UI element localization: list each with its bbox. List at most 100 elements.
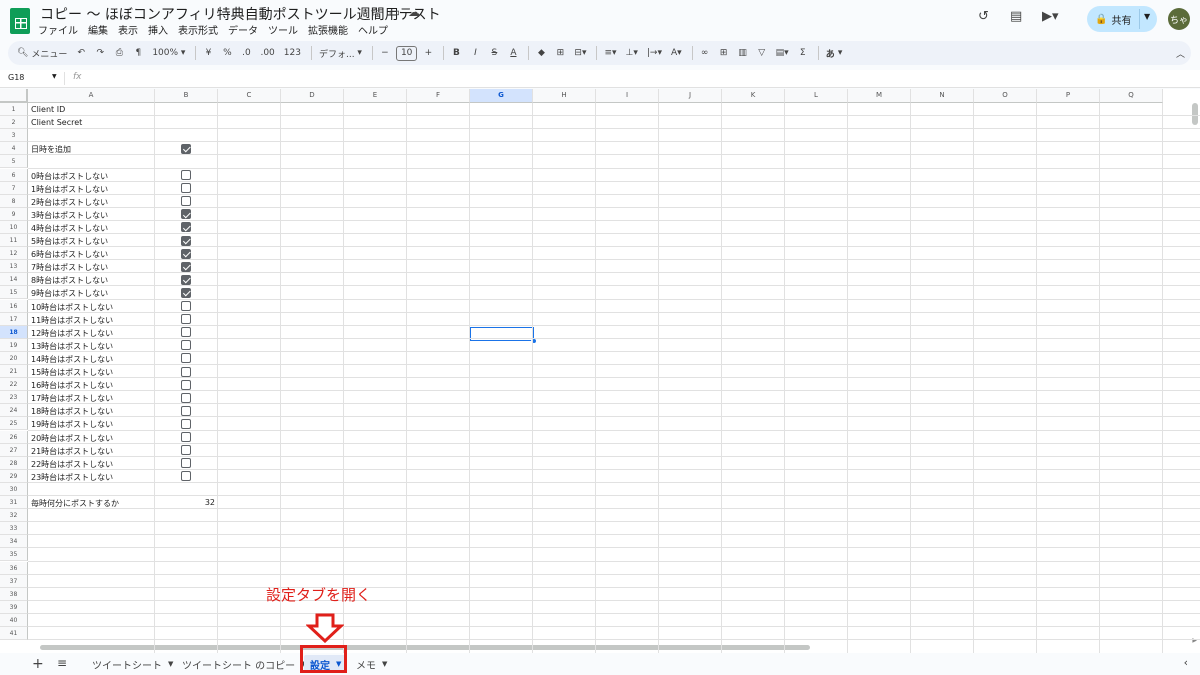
column-header-K[interactable]: K: [722, 89, 785, 103]
checkbox-B17[interactable]: [181, 314, 191, 325]
collapse-toolbar-icon[interactable]: ︿: [1176, 47, 1185, 60]
menu-help[interactable]: ヘルプ: [358, 22, 388, 37]
row-header-20[interactable]: 20: [0, 351, 28, 365]
column-header-B[interactable]: B: [155, 89, 218, 103]
borders-icon[interactable]: ⊞: [552, 43, 568, 63]
cell-A27[interactable]: 21時台はポストしない: [31, 446, 113, 457]
menu-extensions[interactable]: 拡張機能: [308, 22, 348, 37]
italic-icon[interactable]: I: [467, 43, 483, 63]
cell-A13[interactable]: 7時台はポストしない: [31, 262, 108, 273]
row-header-8[interactable]: 8: [0, 194, 28, 208]
column-header-C[interactable]: C: [218, 89, 281, 103]
row-header-36[interactable]: 36: [0, 561, 28, 575]
insert-link-icon[interactable]: ∞: [697, 43, 713, 63]
scroll-right-icon[interactable]: ▶: [1192, 637, 1197, 644]
history-icon[interactable]: ↺: [978, 9, 989, 24]
text-rotate-icon[interactable]: A▾: [668, 43, 685, 63]
row-header-24[interactable]: 24: [0, 404, 28, 418]
comments-icon[interactable]: ▤: [1010, 9, 1022, 24]
merge-cells-icon[interactable]: ⊟▾: [571, 43, 589, 63]
share-button[interactable]: 🔒 共有 ▼: [1087, 6, 1157, 32]
column-header-J[interactable]: J: [659, 89, 722, 103]
cell-A22[interactable]: 16時台はポストしない: [31, 380, 113, 391]
checkbox-B24[interactable]: [181, 405, 191, 416]
cell-A6[interactable]: 0時台はポストしない: [31, 171, 108, 182]
vertical-align-icon[interactable]: ⊥▾: [623, 43, 641, 63]
menu-tools[interactable]: ツール: [268, 22, 298, 37]
row-header-35[interactable]: 35: [0, 548, 28, 562]
menu-data[interactable]: データ: [228, 22, 258, 37]
row-header-39[interactable]: 39: [0, 600, 28, 614]
column-header-Q[interactable]: Q: [1100, 89, 1163, 103]
avatar[interactable]: ちゃ: [1168, 8, 1190, 30]
row-header-3[interactable]: 3: [0, 129, 28, 143]
cell-A4[interactable]: 日時を追加: [31, 144, 71, 155]
row-header-40[interactable]: 40: [0, 613, 28, 627]
checkbox-B14[interactable]: [181, 274, 191, 285]
row-header-25[interactable]: 25: [0, 417, 28, 431]
font-size-decrease-icon[interactable]: −: [377, 43, 393, 63]
checkbox-B26[interactable]: [181, 432, 191, 442]
row-header-15[interactable]: 15: [0, 286, 28, 300]
selected-cell-G18[interactable]: [470, 327, 534, 341]
row-header-19[interactable]: 19: [0, 338, 28, 352]
tab-tweet-sheet-copy[interactable]: ツイートシート のコピー▼: [182, 655, 307, 673]
cell-A26[interactable]: 20時台はポストしない: [31, 433, 113, 444]
checkbox-B28[interactable]: [181, 458, 191, 469]
fill-color-icon[interactable]: ◆: [533, 43, 549, 63]
column-header-L[interactable]: L: [785, 89, 848, 103]
row-header-28[interactable]: 28: [0, 456, 28, 470]
checkbox-B13[interactable]: [181, 261, 191, 272]
row-header-9[interactable]: 9: [0, 207, 28, 221]
column-header-N[interactable]: N: [911, 89, 974, 103]
cell-A9[interactable]: 3時台はポストしない: [31, 210, 108, 221]
tab-memo[interactable]: メモ ▼: [356, 655, 387, 673]
checkbox-B4[interactable]: [181, 143, 191, 154]
row-header-2[interactable]: 2: [0, 116, 28, 130]
meet-icon[interactable]: ▶▾: [1042, 9, 1059, 24]
menu-format[interactable]: 表示形式: [178, 22, 218, 37]
sheets-logo-icon[interactable]: [10, 8, 30, 34]
checkbox-B18[interactable]: [181, 327, 191, 338]
row-header-23[interactable]: 23: [0, 391, 28, 405]
cell-A28[interactable]: 22時台はポストしない: [31, 459, 113, 470]
cell-A2[interactable]: Client Secret: [31, 118, 82, 127]
chevron-down-icon[interactable]: ▼: [168, 660, 173, 668]
row-header-7[interactable]: 7: [0, 181, 28, 195]
checkbox-B15[interactable]: [181, 287, 191, 298]
insert-chart-icon[interactable]: ▥: [735, 43, 751, 63]
checkbox-B8[interactable]: [181, 196, 191, 207]
move-folder-icon[interactable]: ▭: [389, 5, 400, 19]
column-header-E[interactable]: E: [344, 89, 407, 103]
cloud-status-icon[interactable]: ☁: [408, 5, 420, 19]
text-wrap-icon[interactable]: |→▾: [644, 43, 665, 63]
percent-format-button[interactable]: %: [219, 43, 235, 63]
font-select[interactable]: デフォ... ▾: [316, 43, 365, 63]
cell-A8[interactable]: 2時台はポストしない: [31, 197, 108, 208]
row-header-29[interactable]: 29: [0, 469, 28, 483]
checkbox-B20[interactable]: [181, 353, 191, 364]
select-all-corner[interactable]: [0, 89, 28, 103]
menu-view[interactable]: 表示: [118, 22, 138, 37]
checkbox-B12[interactable]: [181, 248, 191, 259]
checkbox-B23[interactable]: [181, 392, 191, 403]
menu-insert[interactable]: 挿入: [148, 22, 168, 37]
row-header-18[interactable]: 18: [0, 325, 28, 339]
chevron-down-icon[interactable]: ▼: [382, 660, 387, 668]
font-size-increase-icon[interactable]: +: [420, 43, 436, 63]
column-header-G[interactable]: G: [470, 89, 533, 103]
row-header-34[interactable]: 34: [0, 535, 28, 549]
row-header-12[interactable]: 12: [0, 247, 28, 261]
zoom-select[interactable]: 100% ▾: [149, 43, 188, 63]
filter-views-icon[interactable]: ▤▾: [773, 43, 792, 63]
checkbox-B27[interactable]: [181, 445, 191, 456]
cell-A24[interactable]: 18時台はポストしない: [31, 406, 113, 417]
name-box-dropdown-icon[interactable]: ▼: [52, 73, 57, 80]
row-header-13[interactable]: 13: [0, 260, 28, 274]
spreadsheet-grid[interactable]: ▶ A B C D E F G H I J K L M N O P Q 1 2 3 4 5 6 7 8 9 10 11 12 13 14 15…: [0, 89, 1200, 653]
print-icon[interactable]: ⎙: [111, 43, 127, 63]
cell-A16[interactable]: 10時台はポストしない: [31, 302, 113, 313]
column-header-P[interactable]: P: [1037, 89, 1100, 103]
row-header-31[interactable]: 31: [0, 496, 28, 510]
column-header-M[interactable]: M: [848, 89, 911, 103]
